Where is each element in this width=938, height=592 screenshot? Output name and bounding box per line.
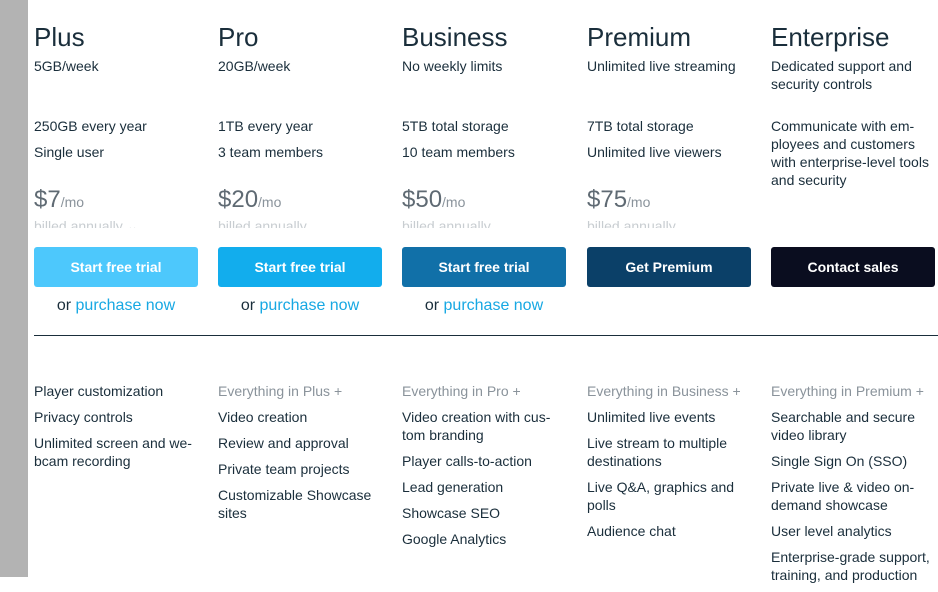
price-period: /mo (258, 194, 282, 210)
get-premium-button[interactable]: Get Premium (587, 247, 751, 287)
left-gray-sidebar (0, 0, 28, 577)
purchase-now-link[interactable]: purchase now (260, 297, 360, 314)
billing-note: billed annually (218, 218, 307, 228)
plan-name: Plus (34, 22, 85, 52)
price-block: $50/mo billed annually (402, 186, 572, 228)
start-free-trial-button[interactable]: Start free trial (218, 247, 382, 287)
spec-item: 5TB total storage (402, 118, 509, 134)
feature-item: Live Q&A, graphics and polls (587, 479, 735, 513)
spec-item: Unlimited live viewers (587, 144, 722, 160)
purchase-line: or purchase now (402, 297, 566, 315)
plan-specs: 1TB every year 3 team members (218, 117, 388, 169)
plan-specs: 5TB total storage 10 team members (402, 117, 572, 169)
or-text: or (424, 297, 444, 314)
feature-item: Player customization (34, 383, 164, 399)
spec-item: 10 team members (402, 144, 515, 160)
feature-list-header: Everything in Pro + (402, 383, 521, 399)
spec-item: 7TB total storage (587, 118, 694, 134)
feature-item: Privacy controls (34, 409, 133, 425)
feature-list: Everything in Premium + Searchable and s… (771, 382, 938, 592)
feature-item: Live stream to multiple destinations (587, 435, 728, 469)
plan-name: Pro (218, 22, 259, 52)
feature-item: Customizable Showcase sites (218, 487, 372, 521)
purchase-now-link[interactable]: purchase now (444, 297, 544, 314)
feature-item: Single Sign On (SSO) (771, 453, 908, 469)
purchase-now-link[interactable]: purchase now (76, 297, 176, 314)
feature-item: Player calls-to-action (402, 453, 532, 469)
spec-item: 1TB every year (218, 118, 313, 134)
feature-item: Unlimited screen and we-bcam recording (34, 435, 192, 469)
feature-item: Video creation (218, 409, 308, 425)
billing-note: billed annually (402, 218, 491, 228)
plan-subtitle: No weekly limits (402, 58, 503, 74)
price-amount: $50 (402, 186, 443, 213)
purchase-line: or purchase now (34, 297, 198, 315)
start-free-trial-button[interactable]: Start free trial (34, 247, 198, 287)
plan-subtitle: Dedicated support and security controls (771, 58, 912, 92)
feature-item: Searchable and secure video library (771, 409, 915, 443)
feature-list-header: Everything in Premium + (771, 383, 924, 399)
feature-item: Review and approval (218, 435, 349, 451)
plan-subtitle: 20GB/week (218, 58, 291, 74)
start-free-trial-button[interactable]: Start free trial (402, 247, 566, 287)
or-text: or (56, 297, 76, 314)
feature-item: Audience chat (587, 523, 676, 539)
price-block: $75/mo billed annually (587, 186, 757, 228)
feature-item: Showcase SEO (402, 505, 501, 521)
plan-name: Business (402, 22, 508, 52)
section-divider (34, 335, 938, 336)
price-period: /mo (627, 194, 651, 210)
plan-specs: 7TB total storage Unlimited live viewers (587, 117, 757, 169)
feature-list-header: Everything in Plus + (218, 383, 343, 399)
plan-specs: Communicate with em-ployees and customer… (771, 117, 938, 189)
or-text: or (240, 297, 260, 314)
billing-note: billed annually (587, 218, 676, 228)
feature-item: Unlimited live events (587, 409, 716, 425)
price-amount: $75 (587, 186, 628, 213)
spec-item: Single user (34, 144, 105, 160)
contact-sales-button[interactable]: Contact sales (771, 247, 935, 287)
feature-list: Player customization Privacy controls Un… (34, 382, 204, 478)
price-amount: $7 (34, 186, 61, 213)
spec-item: 3 team members (218, 144, 324, 160)
price-block: $20/mo billed annually (218, 186, 388, 228)
feature-item: Video creation with cus-tom branding (402, 409, 551, 443)
feature-list-header: Everything in Business + (587, 383, 741, 399)
plan-subtitle: Unlimited live streaming (587, 58, 736, 74)
feature-list: Everything in Business + Unlimited live … (587, 382, 757, 548)
purchase-line: or purchase now (218, 297, 382, 315)
plan-name: Premium (587, 22, 692, 52)
price-period: /mo (442, 194, 466, 210)
feature-item: Lead generation (402, 479, 504, 495)
feature-item: Private team projects (218, 461, 350, 477)
feature-item: Private live & video on-demand showcase (771, 479, 915, 513)
feature-list: Everything in Pro + Video creation with … (402, 382, 572, 556)
feature-item: User level analytics (771, 523, 892, 539)
plan-name: Enterprise (771, 22, 890, 52)
price-period: /mo (60, 194, 85, 210)
price-amount: $20 (218, 186, 259, 213)
feature-item: Enterprise-grade support, training, and … (771, 549, 930, 583)
spec-item: 250GB every year (34, 118, 147, 134)
price-block: $7/mo billed annually ⌄ (34, 186, 204, 228)
billing-period-select[interactable]: billed annually ⌄ (34, 218, 204, 228)
feature-item: Google Analytics (402, 531, 507, 547)
feature-list: Everything in Plus + Video creation Revi… (218, 382, 388, 530)
plan-specs: 250GB every year Single user (34, 117, 204, 169)
plan-description: Communicate with em-ployees and customer… (771, 118, 929, 188)
plan-subtitle: 5GB/week (34, 58, 99, 74)
